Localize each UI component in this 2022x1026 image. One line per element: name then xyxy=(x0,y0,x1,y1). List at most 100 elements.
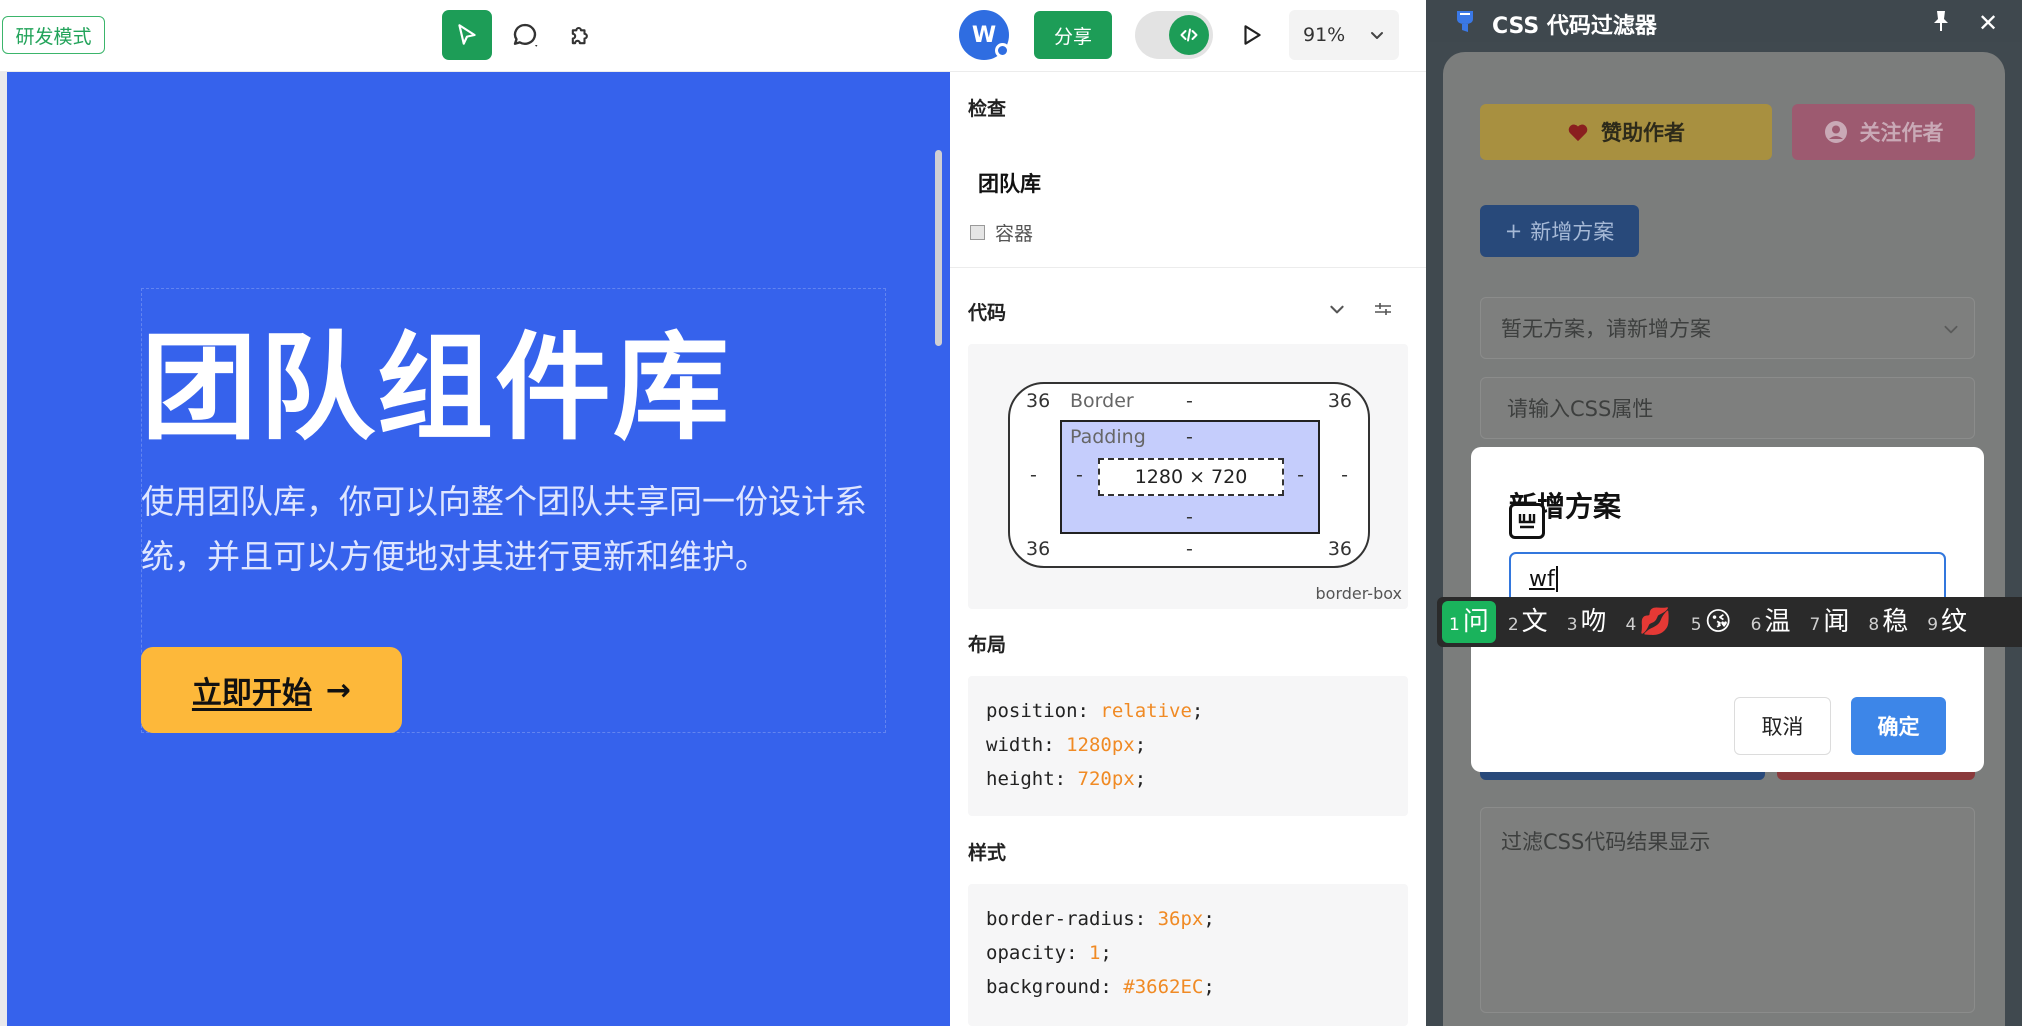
code-toggle-knob xyxy=(1169,15,1209,55)
ime-candidate[interactable]: 3吻 xyxy=(1560,601,1614,643)
code-line: background: #3662EC; xyxy=(986,976,1215,998)
style-code-block[interactable]: border-radius: 36px; opacity: 1; backgro… xyxy=(968,884,1408,1026)
puzzle-icon xyxy=(571,26,588,45)
border-box: 36 36 36 36 Border - - - - Padding - - -… xyxy=(1008,382,1370,568)
code-line: opacity: 1; xyxy=(986,942,1112,964)
team-library-frame[interactable]: 团队组件库 使用团队库，你可以向整个团队共享同一份设计系统，并且可以方便地对其进… xyxy=(7,72,950,1026)
ime-candidate[interactable]: 2文 xyxy=(1501,601,1555,643)
ime-candidate-bar: 1问 2文 3吻 4 💋 5 😘 6温 7闻 8稳 9纹 xyxy=(1437,597,2022,647)
padding-label: Padding xyxy=(1070,426,1146,448)
get-started-label: 立即开始 xyxy=(191,676,312,711)
settings-sliders-icon[interactable] xyxy=(1372,298,1394,320)
user-avatar[interactable]: W xyxy=(959,10,1010,60)
plan-select[interactable]: 暂无方案，请新增方案 xyxy=(1480,297,1975,359)
radius-top-right: 36 xyxy=(1327,390,1352,412)
inspector-panel: 检查 团队库 容器 代码 36 36 36 36 Border - - - - … xyxy=(935,72,1426,1026)
component-type: 容器 xyxy=(970,219,1033,246)
arrow-right-icon: → xyxy=(325,672,352,708)
radius-bottom-right: 36 xyxy=(1327,538,1352,560)
ime-indicator-icon xyxy=(1509,503,1545,539)
confirm-button[interactable]: 确定 xyxy=(1851,697,1946,755)
play-icon xyxy=(1244,25,1261,45)
container-icon xyxy=(970,225,985,240)
padding-top-value: - xyxy=(1186,426,1193,448)
comment-icon xyxy=(513,23,538,47)
ime-candidate[interactable]: 1问 xyxy=(1442,601,1496,643)
dev-mode-toggle[interactable] xyxy=(1135,11,1213,59)
box-sizing-label: border-box xyxy=(1315,584,1403,603)
style-section-title: 样式 xyxy=(968,842,1007,864)
top-toolbar: 研发模式 W 分享 91% xyxy=(0,0,1426,72)
ime-candidate[interactable]: 9纹 xyxy=(1920,601,1974,643)
code-line: height: 720px; xyxy=(986,768,1147,790)
user-circle-icon xyxy=(1824,121,1847,143)
pin-icon[interactable] xyxy=(1930,9,1952,33)
text-caret xyxy=(1555,566,1558,592)
sponsor-author-button[interactable]: 赞助作者 xyxy=(1480,104,1772,160)
border-left-value: - xyxy=(1030,464,1037,486)
preview-button[interactable] xyxy=(1232,15,1272,55)
dev-mode-badge[interactable]: 研发模式 xyxy=(2,16,105,54)
get-started-button[interactable]: 立即开始 → xyxy=(141,647,402,733)
plugin-title: CSS 代码过滤器 xyxy=(1492,14,1657,39)
component-type-label: 容器 xyxy=(995,223,1034,245)
add-plan-label: 新增方案 xyxy=(1530,220,1615,244)
radius-bottom-left: 36 xyxy=(1026,538,1051,560)
heart-icon xyxy=(1568,124,1588,142)
code-line: position: relative; xyxy=(986,700,1204,722)
add-plan-button[interactable]: + 新增方案 xyxy=(1480,205,1639,257)
hero-title: 团队组件库 xyxy=(141,321,731,456)
filter-result-area[interactable]: 过滤CSS代码结果显示 xyxy=(1480,807,1975,1013)
comment-tool-button[interactable] xyxy=(500,10,550,60)
sponsor-author-label: 赞助作者 xyxy=(1601,121,1685,145)
code-line: width: 1280px; xyxy=(986,734,1147,756)
select-tool-button[interactable] xyxy=(442,10,492,60)
padding-box: Padding - - - - 1280 × 720 xyxy=(1060,420,1320,534)
border-top-value: - xyxy=(1186,390,1193,412)
layout-code-block[interactable]: position: relative; width: 1280px; heigh… xyxy=(968,676,1408,816)
code-line: border-radius: 36px; xyxy=(986,908,1215,930)
filter-logo-icon xyxy=(1457,11,1473,32)
close-icon[interactable]: ✕ xyxy=(1978,9,1998,37)
design-canvas[interactable]: 团队组件库 使用团队库，你可以向整个团队共享同一份设计系统，并且可以方便地对其进… xyxy=(0,72,950,1026)
padding-bottom-value: - xyxy=(1186,506,1193,528)
share-button[interactable]: 分享 xyxy=(1034,11,1112,59)
ime-candidate[interactable]: 7闻 xyxy=(1803,601,1857,643)
box-model-diagram: 36 36 36 36 Border - - - - Padding - - -… xyxy=(968,344,1408,609)
inspect-section-title: 检查 xyxy=(968,98,1007,120)
radius-top-left: 36 xyxy=(1026,390,1051,412)
zoom-value: 91% xyxy=(1303,24,1346,46)
code-icon xyxy=(1180,28,1198,42)
chevron-down-icon xyxy=(1944,325,1958,334)
chevron-down-icon xyxy=(1371,32,1383,39)
padding-right-value: - xyxy=(1297,464,1304,486)
canvas-scrollbar[interactable] xyxy=(935,150,942,346)
plan-select-placeholder: 暂无方案，请新增方案 xyxy=(1501,317,1711,341)
ime-candidate[interactable]: 5 😘 xyxy=(1684,601,1739,643)
plugin-titlebar: CSS 代码过滤器 ✕ xyxy=(1426,0,2022,42)
layout-section-title: 布局 xyxy=(968,634,1007,656)
plugin-tool-button[interactable] xyxy=(556,10,606,60)
plus-icon: + xyxy=(1504,219,1523,243)
avatar-initial: W xyxy=(971,22,997,48)
ime-candidate[interactable]: 6温 xyxy=(1744,601,1798,643)
css-property-input[interactable]: 请输入CSS属性 xyxy=(1480,377,1975,439)
ime-candidate[interactable]: 4 💋 xyxy=(1619,601,1679,643)
chevron-down-icon[interactable] xyxy=(1328,300,1346,318)
cursor-icon xyxy=(458,24,476,45)
follow-author-label: 关注作者 xyxy=(1859,121,1944,145)
border-right-value: - xyxy=(1341,464,1348,486)
content-size: 1280 × 720 xyxy=(1098,458,1284,496)
cancel-button[interactable]: 取消 xyxy=(1734,697,1831,755)
plan-name-composing-text: wf xyxy=(1529,566,1555,592)
divider xyxy=(950,267,1426,268)
border-label: Border xyxy=(1070,390,1134,412)
avatar-status-dot xyxy=(995,43,1010,58)
padding-left-value: - xyxy=(1076,464,1083,486)
ime-candidate[interactable]: 8稳 xyxy=(1861,601,1915,643)
hero-description: 使用团队库，你可以向整个团队共享同一份设计系统，并且可以方便地对其进行更新和维护… xyxy=(141,482,867,576)
component-name: 团队库 xyxy=(978,172,1041,196)
code-section-title: 代码 xyxy=(968,302,1007,324)
follow-author-button[interactable]: 关注作者 xyxy=(1792,104,1975,160)
zoom-select[interactable]: 91% xyxy=(1289,10,1399,60)
